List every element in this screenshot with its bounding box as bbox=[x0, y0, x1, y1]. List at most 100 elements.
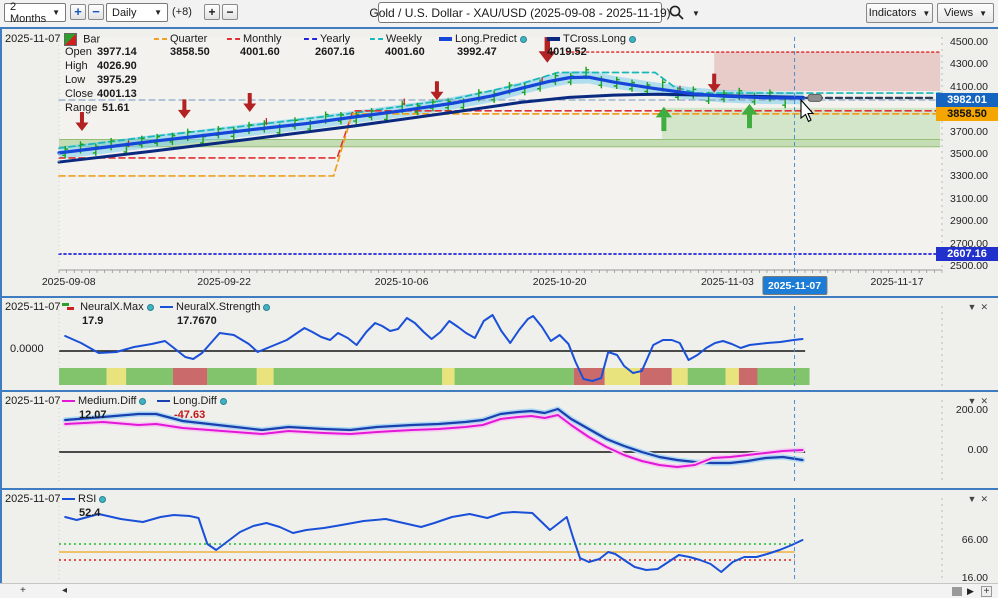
cursor-date-label: 2025-11-07 bbox=[5, 493, 60, 505]
quarter-value: 3858.50 bbox=[170, 46, 210, 58]
rsi-line-icon bbox=[62, 498, 75, 500]
diff-axis-0: 0.00 bbox=[968, 444, 988, 456]
medium-diff-value: 12.07 bbox=[79, 409, 107, 421]
expand-button[interactable]: + bbox=[981, 586, 992, 597]
range-label: Range bbox=[65, 102, 102, 114]
legend-monthly[interactable]: Monthly bbox=[227, 33, 282, 45]
close-value: 4001.13 bbox=[97, 88, 137, 100]
main-price-panel: 2025-11-07 Bar Open3977.14 High4026.90 L… bbox=[0, 29, 998, 296]
close-panel-icon[interactable]: ✕ bbox=[980, 302, 992, 312]
cursor-date-label: 2025-11-07 bbox=[5, 301, 60, 313]
scrollbar-thumb[interactable] bbox=[952, 587, 962, 596]
info-dot-icon[interactable] bbox=[629, 36, 636, 43]
diff-plot[interactable] bbox=[2, 394, 998, 490]
views-button[interactable]: Views ▼ bbox=[937, 3, 994, 23]
legend-rsi[interactable]: RSI bbox=[62, 493, 106, 505]
tcross-long-value: 4019.52 bbox=[547, 46, 587, 58]
toolbar: 2 Months ▼ + − Daily ▼ (+8) + − Gold / U… bbox=[0, 0, 998, 29]
search-icon bbox=[668, 4, 686, 22]
yearly-value: 2607.16 bbox=[315, 46, 355, 58]
info-dot-icon[interactable] bbox=[139, 398, 146, 405]
close-panel-icon[interactable]: ✕ bbox=[980, 494, 992, 504]
price-axis-label: 4100.00 bbox=[950, 81, 988, 93]
info-dot-icon[interactable] bbox=[99, 496, 106, 503]
forecast-offset-label: (+8) bbox=[172, 6, 192, 18]
legend-neuralx-strength[interactable]: NeuralX.Strength bbox=[160, 301, 270, 313]
legend-long-predict[interactable]: Long.Predict bbox=[439, 33, 527, 45]
symbol-title[interactable]: Gold / U.S. Dollar - XAU/USD (2025-09-08… bbox=[378, 2, 662, 23]
legend-yearly[interactable]: Yearly bbox=[304, 33, 350, 45]
range-select[interactable]: 2 Months ▼ bbox=[4, 3, 66, 22]
add-period-button[interactable]: + bbox=[204, 4, 220, 20]
collapse-panel-icon[interactable]: ▼ bbox=[968, 302, 981, 312]
neuralx-strength-value: 17.7670 bbox=[177, 315, 217, 327]
interval-select-value: Daily bbox=[112, 7, 136, 19]
price-axis-label: 4500.00 bbox=[950, 36, 988, 48]
main-chart-plot[interactable] bbox=[2, 29, 998, 296]
neuralx-strength-line-icon bbox=[160, 306, 173, 308]
pointer-icon: ◂ bbox=[62, 585, 67, 596]
zoom-out-button[interactable]: − bbox=[88, 4, 104, 20]
legend-weekly[interactable]: Weekly bbox=[370, 33, 422, 45]
open-label: Open bbox=[65, 46, 97, 58]
indicators-button[interactable]: Indicators ▼ bbox=[866, 3, 933, 23]
info-dot-icon[interactable] bbox=[220, 398, 227, 405]
legend-long-diff[interactable]: Long.Diff bbox=[157, 395, 227, 407]
bar-icon bbox=[64, 33, 77, 46]
legend-medium-diff[interactable]: Medium.Diff bbox=[62, 395, 146, 407]
long-diff-value: -47.63 bbox=[174, 409, 205, 421]
price-axis-label: 3500.00 bbox=[950, 148, 988, 160]
long-predict-line-icon bbox=[439, 37, 452, 41]
range-select-value: 2 Months bbox=[10, 1, 46, 25]
legend-bar[interactable]: Bar bbox=[64, 33, 100, 46]
chevron-down-icon: ▼ bbox=[979, 9, 987, 18]
time-axis-label: 2025-10-06 bbox=[375, 276, 429, 288]
high-value: 4026.90 bbox=[97, 60, 137, 72]
chevron-down-icon: ▼ bbox=[692, 9, 700, 18]
neuralx-panel: 2025-11-07 NeuralX.Max 17.9 NeuralX.Stre… bbox=[0, 296, 998, 390]
close-panel-icon[interactable]: ✕ bbox=[980, 396, 992, 406]
legend-tcross-long[interactable]: TCross.Long bbox=[547, 33, 636, 45]
time-axis-label: 2025-09-08 bbox=[42, 276, 96, 288]
price-tag: 2607.16 bbox=[936, 247, 998, 261]
info-dot-icon[interactable] bbox=[520, 36, 527, 43]
price-axis-label: 2500.00 bbox=[950, 260, 988, 272]
status-bar: + ◂ ▶ + bbox=[0, 583, 998, 598]
low-label: Low bbox=[65, 74, 97, 86]
collapse-panel-icon[interactable]: ▼ bbox=[968, 494, 981, 504]
medium-diff-line-icon bbox=[62, 400, 75, 402]
neuralx-plot[interactable] bbox=[2, 300, 998, 392]
rsi-axis-hi: 66.00 bbox=[962, 534, 988, 546]
tcross-long-line-icon bbox=[547, 37, 560, 41]
cursor-date-label: 2025-11-07 bbox=[5, 395, 60, 407]
zoom-in-button[interactable]: + bbox=[70, 4, 86, 20]
chevron-down-icon: ▼ bbox=[922, 9, 930, 18]
symbol-search[interactable]: ▼ bbox=[668, 4, 700, 22]
rsi-panel: 2025-11-07 RSI 52.4 66.00 16.00 ▼✕ bbox=[0, 488, 998, 583]
remove-period-button[interactable]: − bbox=[222, 4, 238, 20]
time-axis-label: 2025-11-17 bbox=[870, 276, 923, 288]
price-tag: 3982.01 bbox=[936, 93, 998, 107]
scroll-right-icon[interactable]: ▶ bbox=[967, 586, 974, 597]
rsi-value: 52.4 bbox=[79, 507, 100, 519]
price-axis-label: 3700.00 bbox=[950, 126, 988, 138]
price-axis-label: 3300.00 bbox=[950, 170, 988, 182]
chevron-down-icon: ▼ bbox=[154, 8, 162, 17]
range-value: 51.61 bbox=[102, 102, 130, 114]
panel-controls: ▼✕ bbox=[968, 396, 992, 407]
yearly-line-icon bbox=[304, 38, 317, 40]
info-dot-icon[interactable] bbox=[147, 304, 154, 311]
collapse-panel-icon[interactable]: ▼ bbox=[968, 396, 981, 406]
time-axis-label: 2025-11-03 bbox=[701, 276, 754, 288]
neuralx-max-value: 17.9 bbox=[82, 315, 103, 327]
legend-quarter[interactable]: Quarter bbox=[154, 33, 207, 45]
zero-axis-label: 0.0000 bbox=[10, 343, 44, 355]
add-panel-icon[interactable]: + bbox=[20, 585, 26, 596]
panel-controls: ▼✕ bbox=[968, 494, 992, 505]
rsi-plot[interactable] bbox=[2, 492, 998, 585]
interval-select[interactable]: Daily ▼ bbox=[106, 3, 168, 22]
legend-neuralx-max[interactable]: NeuralX.Max bbox=[62, 301, 154, 313]
long-diff-line-icon bbox=[157, 400, 170, 402]
info-dot-icon[interactable] bbox=[263, 304, 270, 311]
monthly-line-icon bbox=[227, 38, 240, 40]
